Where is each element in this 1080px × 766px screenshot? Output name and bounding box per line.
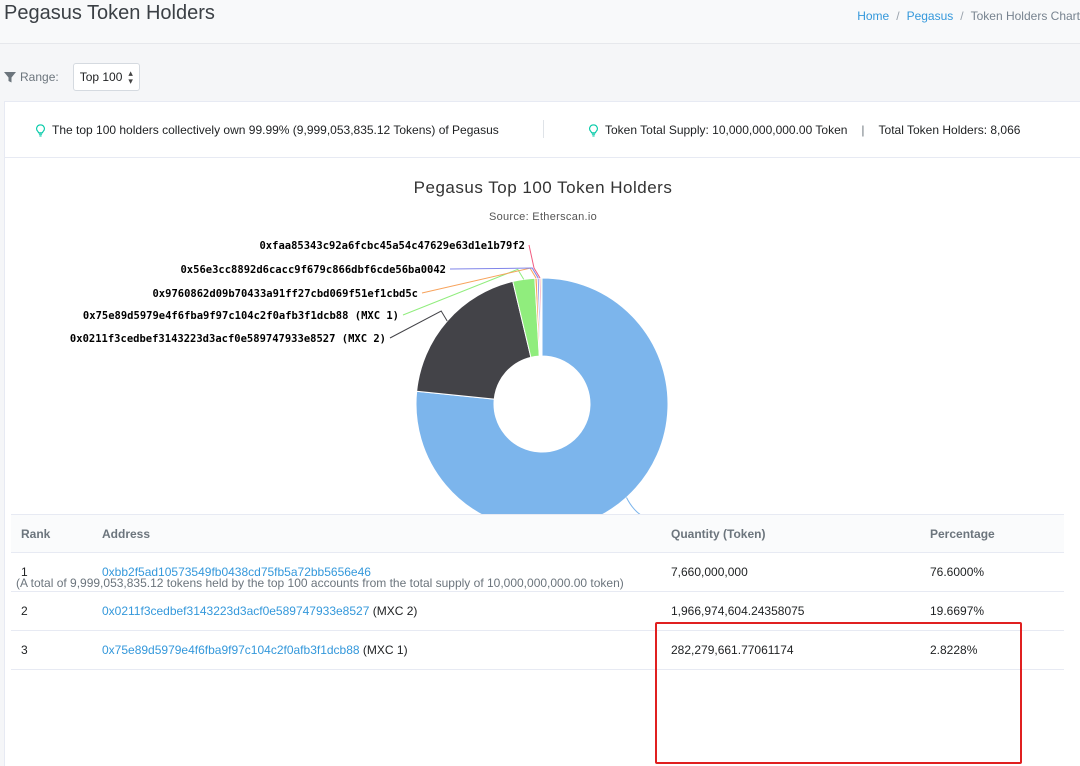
lightbulb-icon xyxy=(36,123,45,136)
row-address-cell: 0x0211f3cedbef3143223d3acf0e589747933e85… xyxy=(92,591,661,631)
table-row: 2 0x0211f3cedbef3143223d3acf0e589747933e… xyxy=(11,591,1064,631)
address-tag: (MXC 1) xyxy=(362,643,408,657)
total-holders-text: Total Token Holders: 8,066 xyxy=(878,123,1021,137)
address-link[interactable]: 0x0211f3cedbef3143223d3acf0e589747933e85… xyxy=(102,604,369,618)
header-quantity: Quantity (Token) xyxy=(661,514,920,553)
table-row: 1 0xbb2f5ad10573549fb0438cd75fb5a72bb565… xyxy=(11,552,1064,592)
address-link[interactable]: 0xbb2f5ad10573549fb0438cd75fb5a72bb5656e… xyxy=(102,565,371,579)
page-header: Pegasus Token Holders Home / Pegasus / Token… xyxy=(0,0,1080,44)
summary-supply: Token Total Supply: 10,000,000,000.00 To… xyxy=(588,123,1020,137)
pie-slice-label: 0x56e3cc8892d6cacc9f679c866dbf6cde56ba00… xyxy=(180,264,446,276)
breadcrumb-pegasus[interactable]: Pegasus xyxy=(907,9,954,23)
row-rank: 2 xyxy=(11,591,92,631)
row-percentage: 19.6697% xyxy=(920,591,1064,631)
row-percentage: 2.8228% xyxy=(920,630,1064,670)
breadcrumb: Home / Pegasus / Token Holders Chart xyxy=(857,9,1080,23)
range-select[interactable]: Top 100 ▴ ▾ xyxy=(72,63,140,91)
pie-slice-label: 0x9760862d09b70433a91ff27cbd069f51ef1cbd… xyxy=(152,288,418,300)
row-quantity: 1,966,974,604.24358075 xyxy=(661,591,920,631)
pie-connector xyxy=(528,244,541,279)
summary-top-holders: The top 100 holders collectively own 99.… xyxy=(35,123,499,137)
total-supply-text: Token Total Supply: 10,000,000,000.00 To… xyxy=(605,123,848,137)
pie-slice-label: 0x0211f3cedbef3143223d3acf0e589747933e85… xyxy=(70,333,386,345)
address-tag: (MXC 2) xyxy=(372,604,418,618)
chart-title: Pegasus Top 100 Token Holders xyxy=(414,178,673,197)
row-rank: 3 xyxy=(11,630,92,670)
breadcrumb-current: Token Holders Chart xyxy=(970,9,1080,23)
pie-slice-label: 0x75e89d5979e4f6fba9f97c104c2f0afb3f1dcb… xyxy=(83,310,399,322)
summary-bar: The top 100 holders collectively own 99.… xyxy=(5,102,1080,158)
header-percentage: Percentage xyxy=(920,514,1064,553)
holders-pie-chart: Pegasus Top 100 Token Holders Source: Et… xyxy=(70,178,926,531)
holders-table: Rank Address Quantity (Token) Percentage… xyxy=(11,514,1064,670)
table-header-row: Rank Address Quantity (Token) Percentage xyxy=(11,514,1064,553)
breadcrumb-home[interactable]: Home xyxy=(857,9,889,23)
range-label: Range: xyxy=(20,70,59,84)
pie-slice-label: 0xfaa85343c92a6fcbc45a54c47629e63d1e1b79… xyxy=(259,240,525,252)
row-address-cell: 0x75e89d5979e4f6fba9f97c104c2f0afb3f1dcb… xyxy=(92,630,661,670)
range-selected-value: Top 100 xyxy=(79,70,123,84)
address-link[interactable]: 0x75e89d5979e4f6fba9f97c104c2f0afb3f1dcb… xyxy=(102,643,360,657)
header-rank: Rank xyxy=(11,514,92,553)
row-quantity: 7,660,000,000 xyxy=(661,552,920,592)
table-row: 3 0x75e89d5979e4f6fba9f97c104c2f0afb3f1d… xyxy=(11,630,1064,670)
row-percentage: 76.6000% xyxy=(920,552,1064,592)
header-address: Address xyxy=(92,514,661,553)
page-title: Pegasus Token Holders xyxy=(4,2,215,24)
range-label-group: Range: xyxy=(3,70,59,84)
row-rank: 1 xyxy=(11,552,92,592)
filter-icon xyxy=(4,72,16,83)
select-caret-icon: ▴ ▾ xyxy=(128,68,133,86)
range-filter: Range: Top 100 ▴ ▾ xyxy=(3,60,140,94)
pie-slice[interactable] xyxy=(540,277,543,357)
summary-divider xyxy=(543,120,544,138)
lightbulb-icon xyxy=(589,123,598,136)
pie-slices xyxy=(415,277,669,531)
chart-subtitle: Source: Etherscan.io xyxy=(489,211,597,223)
summary-top-holders-text: The top 100 holders collectively own 99.… xyxy=(52,123,499,137)
row-quantity: 282,279,661.77061174 xyxy=(661,630,920,670)
pie-slice[interactable] xyxy=(416,280,532,400)
row-address-cell: 0xbb2f5ad10573549fb0438cd75fb5a72bb5656e… xyxy=(92,552,661,592)
